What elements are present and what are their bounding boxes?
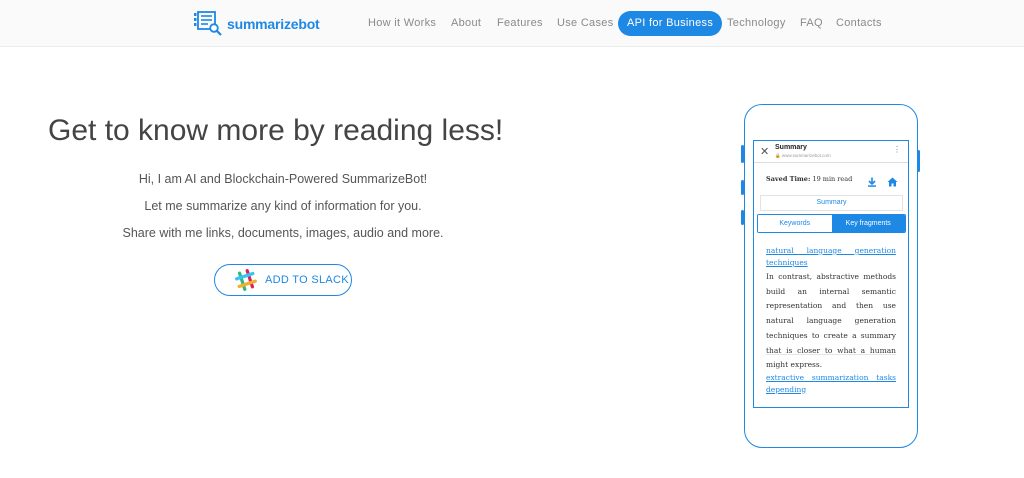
main-nav: How it Works About Features Use Cases AP… — [0, 11, 1024, 36]
saved-time-label: Saved Time: — [766, 175, 811, 183]
nav-technology[interactable]: Technology — [727, 11, 786, 36]
divider — [766, 354, 896, 355]
fragment-link-line: natural language generation — [766, 246, 896, 255]
slack-icon — [235, 269, 257, 291]
fragment-link[interactable]: extractive summarization tasks depending — [766, 372, 896, 395]
nav-about[interactable]: About — [451, 11, 481, 36]
close-icon[interactable]: ✕ — [760, 145, 769, 158]
more-menu-icon[interactable]: ⋮ — [893, 145, 901, 154]
phone-side-button — [741, 145, 744, 163]
home-icon[interactable] — [887, 174, 898, 192]
fragment-link-line: extractive summarization tasks — [766, 373, 896, 382]
tab-summary[interactable]: Summary — [760, 195, 903, 211]
fragment-link-line: techniques — [766, 257, 808, 267]
fragment-text: In contrast, abstractive methods build a… — [766, 272, 896, 370]
phone-side-button — [741, 210, 744, 225]
hero-line-3: Share with me links, documents, images, … — [122, 226, 444, 240]
fragment-tabs: Keywords Key fragments — [757, 214, 906, 233]
fragment-link[interactable]: natural language generation techniques — [766, 245, 896, 268]
tab-keywords[interactable]: Keywords — [758, 215, 832, 232]
nav-contacts[interactable]: Contacts — [836, 11, 882, 36]
nav-how-it-works[interactable]: How it Works — [368, 11, 436, 36]
phone-screen: ✕ Summary 🔒 www.summarizebot.com ⋮ Saved… — [753, 140, 909, 408]
hero-headline: Get to know more by reading less! — [48, 114, 504, 147]
fragment-link-line: depending — [766, 384, 807, 394]
app-url: 🔒 www.summarizebot.com — [775, 153, 831, 158]
hero-line-1: Hi, I am AI and Blockchain-Powered Summa… — [138, 172, 428, 186]
nav-faq[interactable]: FAQ — [800, 11, 823, 36]
add-to-slack-button[interactable]: ADD TO SLACK — [214, 264, 352, 296]
hero-line-2: Let me summarize any kind of information… — [144, 199, 422, 213]
site-header: summarizebot How it Works About Features… — [0, 0, 1024, 47]
app-bar: ✕ Summary 🔒 www.summarizebot.com ⋮ — [754, 141, 908, 163]
nav-api-for-business[interactable]: API for Business — [618, 11, 723, 36]
nav-features[interactable]: Features — [497, 11, 543, 36]
app-title: Summary — [775, 144, 807, 151]
phone-side-button — [741, 180, 744, 195]
tab-key-fragments[interactable]: Key fragments — [831, 215, 905, 232]
download-icon[interactable] — [867, 174, 877, 192]
nav-use-cases[interactable]: Use Cases — [557, 11, 614, 36]
saved-time-value: 19 min read — [812, 175, 853, 183]
saved-time: Saved Time: 19 min read — [766, 175, 852, 183]
phone-side-button — [917, 150, 920, 172]
add-to-slack-label: ADD TO SLACK — [265, 274, 349, 286]
